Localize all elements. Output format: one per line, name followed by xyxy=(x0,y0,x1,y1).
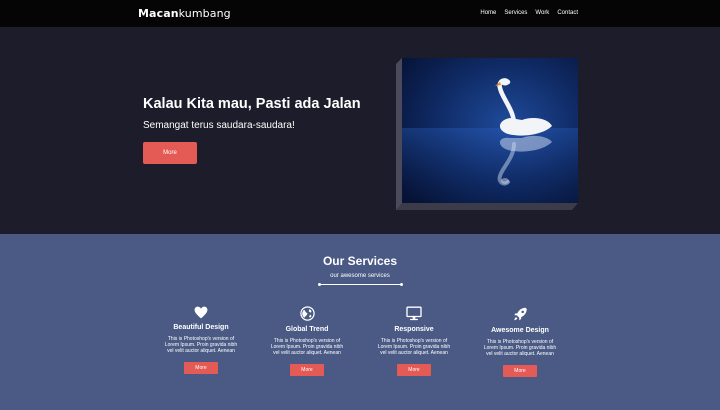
service-card-beautiful-design: Beautiful Design This is Photoshop's ver… xyxy=(156,306,246,374)
nav-menu: Home Services Work Contact xyxy=(480,10,578,16)
brand-light: kumbang xyxy=(178,7,231,20)
service-title: Global Trend xyxy=(285,326,329,333)
service-card-awesome-design: Awesome Design This is Photoshop's versi… xyxy=(475,306,565,377)
services-section: Our Services our awesome services Beauti… xyxy=(0,234,720,410)
service-card-responsive: Responsive This is Photoshop's version o… xyxy=(369,306,459,376)
nav-link-work[interactable]: Work xyxy=(535,10,549,16)
service-description: This is Photoshop's version of Lorem Ips… xyxy=(270,338,344,357)
hero-title: Kalau Kita mau, Pasti ada Jalan xyxy=(143,96,361,112)
service-title: Awesome Design xyxy=(491,327,549,334)
service-more-button[interactable]: More xyxy=(503,364,537,377)
monitor-icon xyxy=(406,306,422,321)
nav-link-contact[interactable]: Contact xyxy=(557,10,578,16)
service-title: Beautiful Design xyxy=(173,324,229,331)
services-title: Our Services xyxy=(322,254,398,268)
hero-image-frame xyxy=(396,58,578,210)
swan-photo xyxy=(402,58,578,203)
services-divider xyxy=(318,283,403,286)
hero-more-button[interactable]: More xyxy=(143,142,197,164)
service-description: This is Photoshop's version of Lorem Ips… xyxy=(377,338,451,357)
service-more-button[interactable]: More xyxy=(290,363,324,376)
heart-icon xyxy=(194,306,208,319)
navbar: Macankumbang Home Services Work Contact xyxy=(0,0,720,27)
nav-link-home[interactable]: Home xyxy=(480,10,496,16)
service-description: This is Photoshop's version of Lorem Ips… xyxy=(483,339,557,358)
nav-link-services[interactable]: Services xyxy=(504,10,527,16)
rocket-icon xyxy=(513,307,527,321)
hero-section: Kalau Kita mau, Pasti ada Jalan Semangat… xyxy=(0,27,720,234)
service-title: Responsive xyxy=(394,326,434,333)
globe-icon xyxy=(299,306,315,321)
brand-logo[interactable]: Macankumbang xyxy=(138,7,231,20)
service-more-button[interactable]: More xyxy=(397,363,431,376)
brand-bold: Macan xyxy=(138,7,179,20)
services-subtitle: our awesome services xyxy=(330,273,390,279)
hero-subtitle: Semangat terus saudara-saudara! xyxy=(143,120,295,131)
service-description: This is Photoshop's version of Lorem Ips… xyxy=(164,336,238,355)
service-card-global-trend: Global Trend This is Photoshop's version… xyxy=(262,306,352,376)
service-more-button[interactable]: More xyxy=(184,361,218,374)
